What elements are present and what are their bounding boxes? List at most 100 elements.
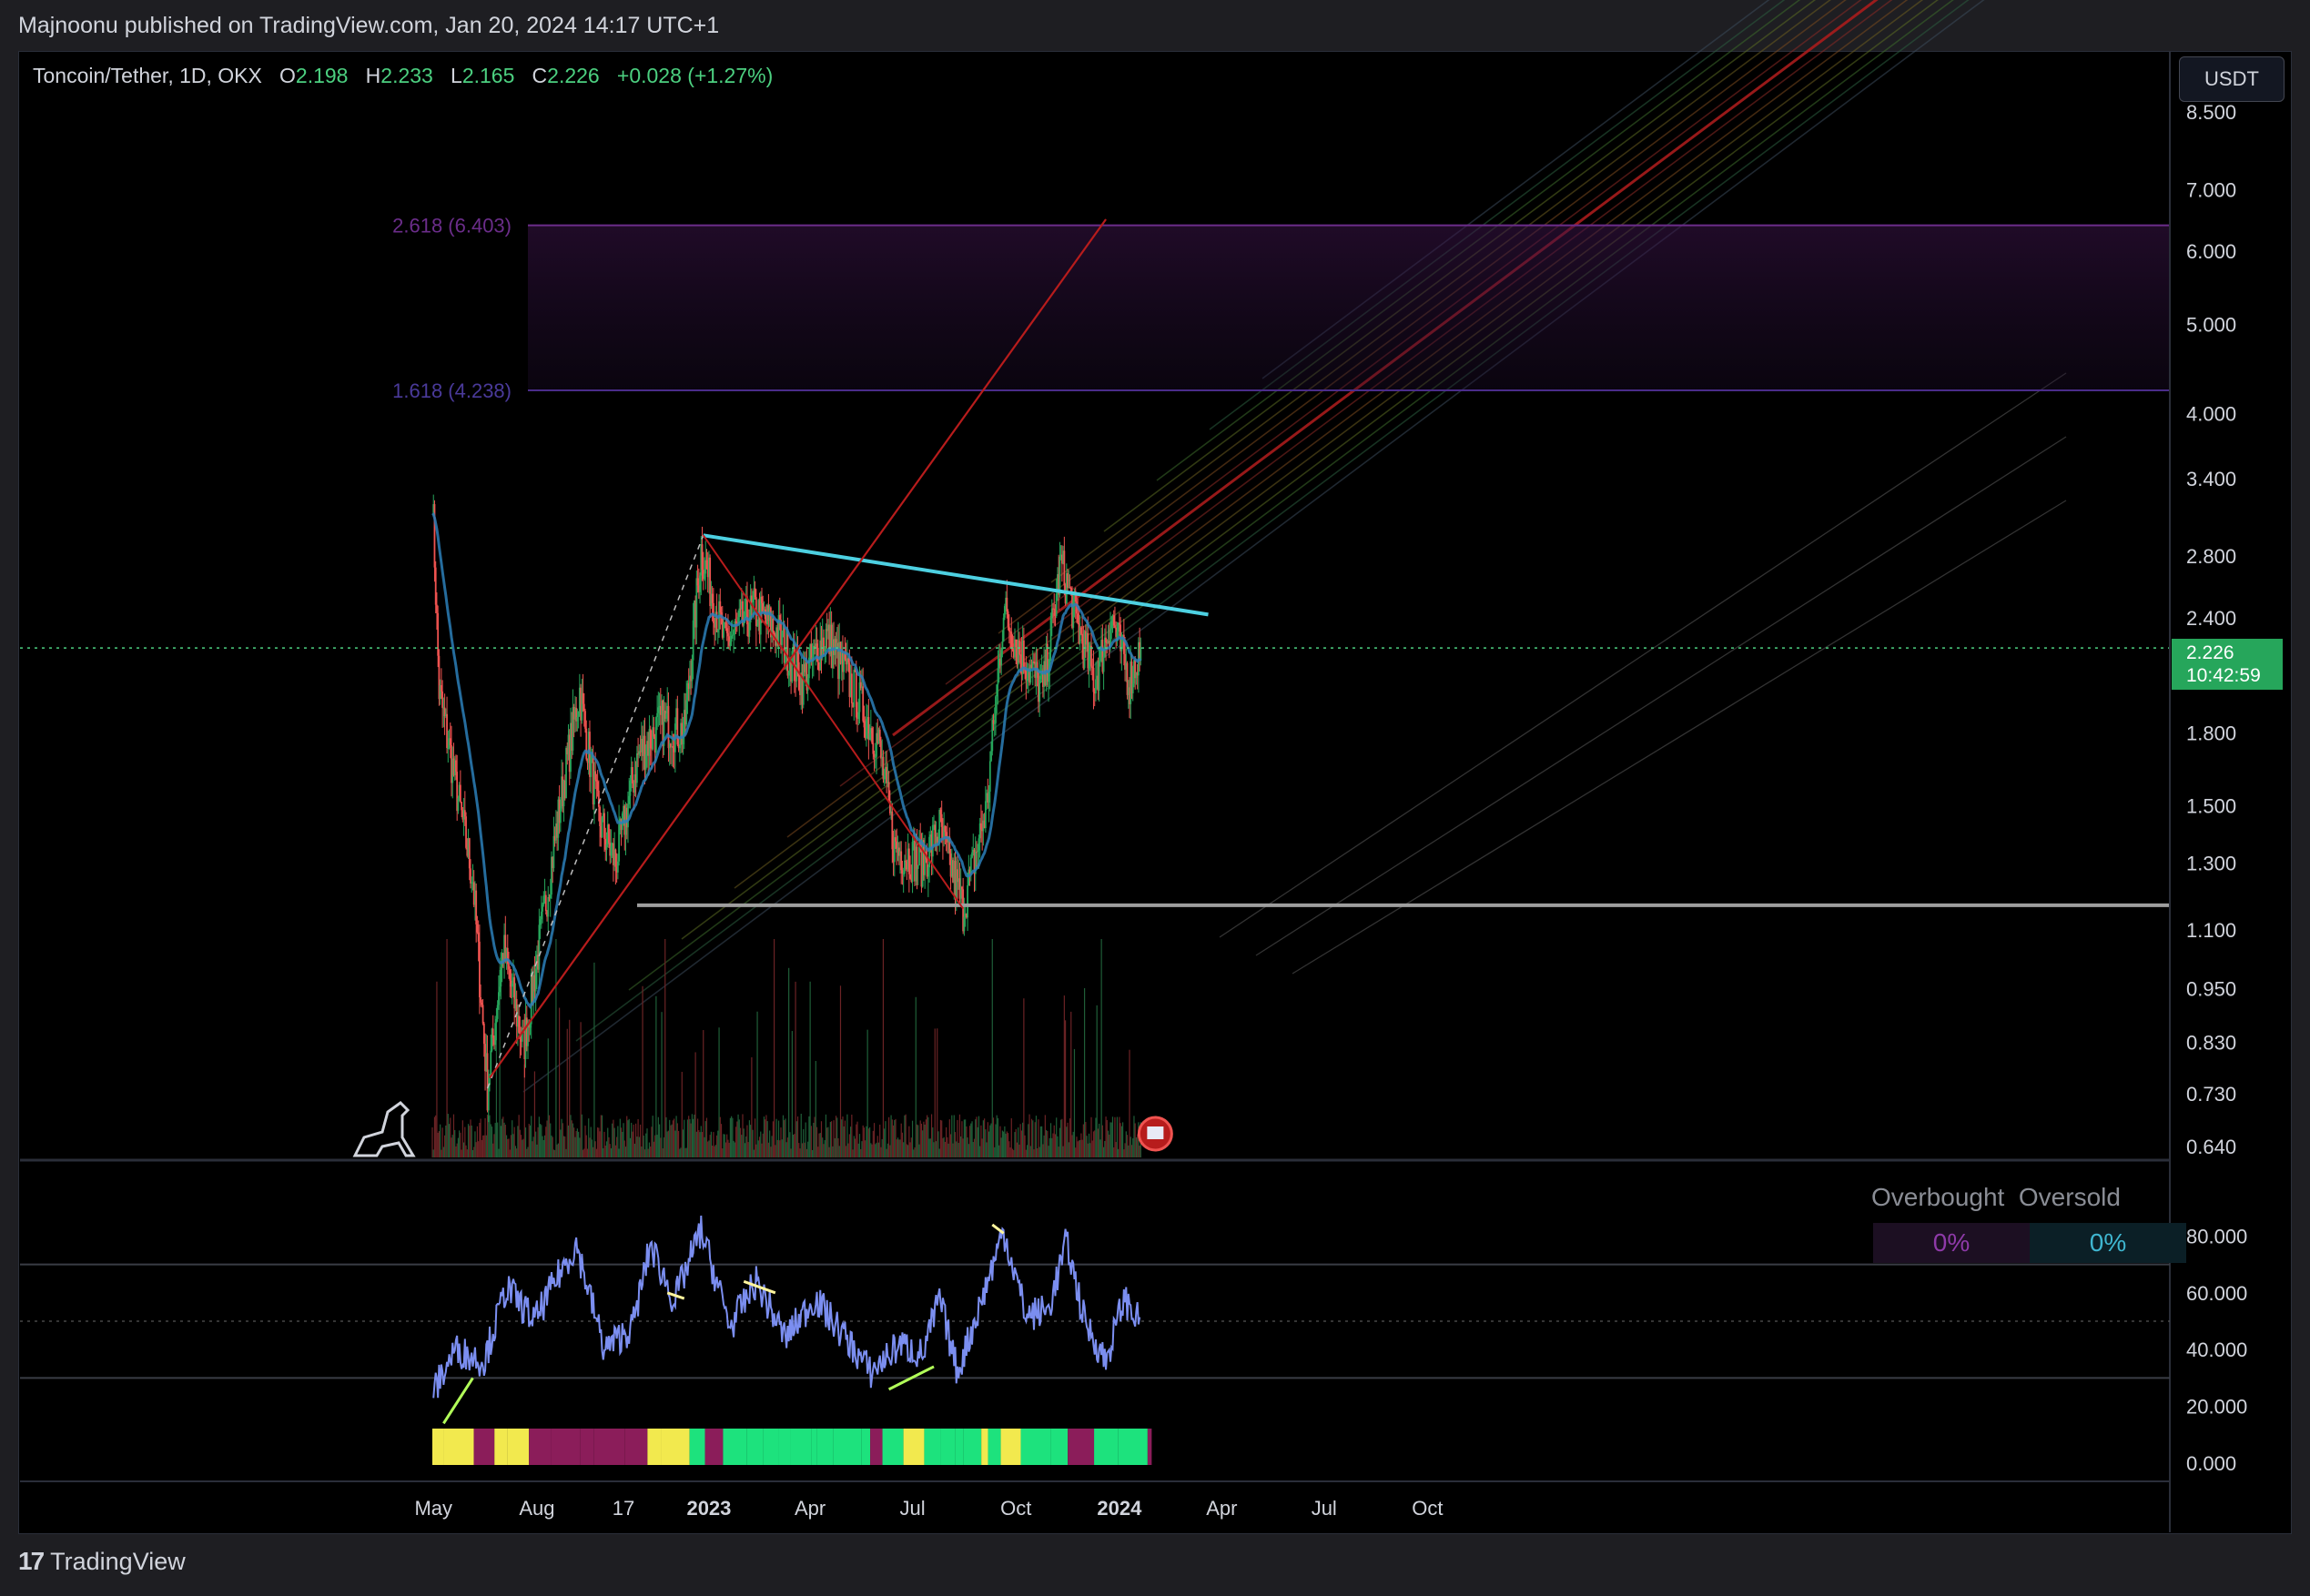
candle-body — [476, 924, 479, 933]
volume-bar — [846, 1114, 848, 1157]
candle-body — [446, 713, 448, 749]
volume-bar — [551, 1135, 552, 1157]
candle-body — [542, 895, 545, 904]
volume-bar — [791, 1031, 793, 1157]
candle-body — [988, 761, 991, 792]
candle-body — [719, 601, 722, 613]
overbought-header: Overbought — [1871, 1183, 2005, 1211]
volume-bar — [853, 1136, 855, 1157]
volume-bar — [603, 1131, 605, 1157]
candle-body — [672, 745, 674, 748]
volume-bar — [1115, 1142, 1117, 1157]
volume-bar — [877, 1142, 880, 1157]
volume-bar — [827, 1126, 829, 1157]
status-strip-segment — [763, 1429, 779, 1465]
time-tick-label: May — [414, 1497, 452, 1520]
volume-bar — [460, 1132, 461, 1157]
volume-bar — [532, 1136, 534, 1157]
volume-bar — [645, 1133, 647, 1157]
volume-bar — [732, 1117, 734, 1157]
volume-bar — [665, 1116, 667, 1157]
volume-bar — [1011, 1148, 1014, 1157]
candle-body — [1026, 678, 1028, 682]
volume-bar — [1119, 1116, 1120, 1157]
volume-bar — [686, 1119, 689, 1157]
volume-bar — [533, 1071, 536, 1157]
candle-body — [603, 813, 605, 839]
volume-bar — [590, 1126, 592, 1157]
volume-bar — [847, 1143, 849, 1157]
volume-bar — [920, 1123, 923, 1157]
candle-body — [676, 708, 679, 745]
candle-body — [447, 747, 450, 749]
volume-bar — [1100, 939, 1102, 1157]
chart-canvas[interactable]: 2.618 (6.403) 1.618 (4.238) 8.500 7.000 6.0… — [0, 0, 2310, 1596]
volume-bar — [772, 1121, 774, 1157]
volume-bar — [1056, 1117, 1058, 1157]
volume-bar — [605, 1141, 608, 1157]
volume-bar — [667, 1130, 670, 1157]
volume-bar — [807, 1141, 809, 1157]
time-axis: May Aug 17 2023 Apr Jul Oct 2024 Apr Jul Oct — [414, 1497, 1443, 1520]
volume-bar — [479, 1122, 481, 1157]
fan-line — [839, 0, 1893, 787]
footer-brand[interactable]: 17 TradingView — [18, 1547, 186, 1576]
status-strip-segment — [870, 1429, 883, 1465]
candle-body — [644, 753, 647, 770]
volume-bar — [801, 1143, 804, 1157]
candle-body — [1049, 618, 1052, 652]
volume-bar — [1038, 1146, 1040, 1157]
volume-bar — [869, 1126, 871, 1157]
volume-bar — [836, 1117, 838, 1157]
candle-body — [1112, 615, 1115, 626]
candle-body — [857, 712, 860, 720]
currency-button[interactable]: USDT — [2179, 56, 2285, 102]
volume-bar — [451, 1135, 453, 1157]
volume-bar — [925, 1119, 927, 1157]
volume-bar — [617, 1126, 619, 1157]
volume-bar — [1061, 1118, 1063, 1157]
volume-bar — [714, 1145, 716, 1157]
volume-bar — [1118, 1148, 1120, 1157]
candle-body — [629, 780, 632, 796]
red-retracement-line — [702, 534, 964, 910]
price-tick-label: 4.000 — [2186, 402, 2236, 425]
candle-body — [480, 997, 482, 1003]
volume-bar — [819, 1133, 821, 1157]
volume-bar — [465, 1145, 467, 1157]
candle-body — [928, 836, 930, 868]
volume-bar — [620, 1127, 623, 1157]
volume-bar — [588, 1118, 590, 1157]
volume-bar — [517, 1126, 519, 1157]
candle-body — [874, 756, 876, 758]
volume-bar — [833, 1120, 835, 1157]
candle-body — [887, 782, 890, 802]
volume-bar — [970, 1123, 972, 1157]
volume-bar — [433, 1116, 436, 1157]
volume-bar — [695, 1131, 697, 1157]
candle-body — [618, 823, 620, 862]
legend-change: +0.028 (+1.27%) — [616, 64, 774, 87]
volume-bar — [743, 1128, 745, 1157]
volume-bar — [1101, 1125, 1103, 1157]
volume-bar — [894, 1119, 896, 1157]
volume-bar — [712, 1146, 714, 1157]
volume-bar — [762, 1133, 764, 1157]
volume-bar — [677, 1130, 680, 1157]
candle-body — [665, 713, 667, 719]
volume-bar — [1060, 1119, 1062, 1157]
candle-body — [1055, 593, 1058, 616]
volume-bar — [656, 1135, 658, 1157]
candle-body — [529, 1024, 532, 1028]
candle-body — [457, 797, 460, 812]
volume-bar — [919, 1120, 921, 1157]
volume-bar — [942, 1137, 944, 1157]
volume-bar — [514, 1146, 517, 1157]
candle-body — [862, 686, 865, 722]
volume-bar — [1126, 1135, 1129, 1157]
volume-bar — [775, 1118, 777, 1157]
volume-bar — [503, 1122, 505, 1157]
volume-bar — [862, 1125, 864, 1157]
volume-bar — [629, 1137, 632, 1157]
candle-body — [691, 660, 694, 682]
